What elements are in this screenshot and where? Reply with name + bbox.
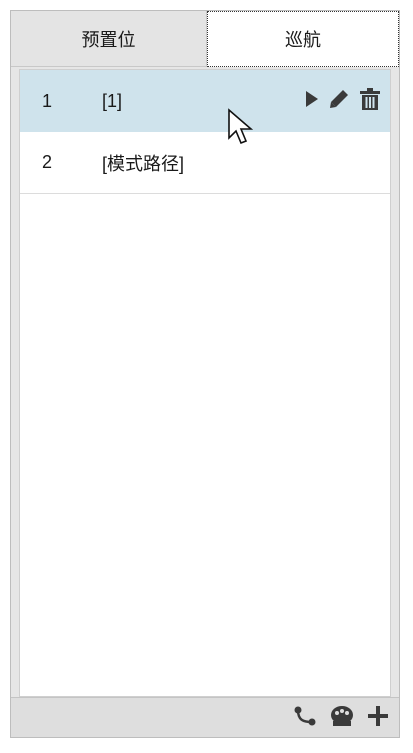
footer-toolbar (11, 697, 399, 737)
tab-bar: 预置位 巡航 (11, 11, 399, 67)
cruise-list: 1 [1] 2 [模式路径] (19, 69, 391, 697)
mouse-cursor-icon (227, 108, 254, 151)
trash-icon[interactable] (358, 87, 382, 116)
tab-cruise[interactable]: 巡航 (207, 11, 399, 67)
row-number: 1 (42, 90, 53, 111)
row-name: [1] (102, 90, 123, 111)
palette-icon[interactable] (329, 704, 355, 733)
list-item[interactable]: 1 [1] (20, 70, 390, 132)
tab-preset[interactable]: 预置位 (11, 11, 207, 67)
row-number: 2 (42, 152, 53, 172)
list-item[interactable]: 2 [模式路径] (20, 132, 390, 194)
row-actions (304, 70, 382, 132)
path-icon[interactable] (293, 704, 317, 733)
play-icon[interactable] (304, 89, 320, 114)
row-name: [模式路径] (102, 153, 185, 174)
pencil-icon[interactable] (328, 88, 350, 115)
plus-icon[interactable] (367, 705, 389, 732)
cruise-panel: 预置位 巡航 1 [1] 2 [模式路径] (10, 10, 400, 738)
